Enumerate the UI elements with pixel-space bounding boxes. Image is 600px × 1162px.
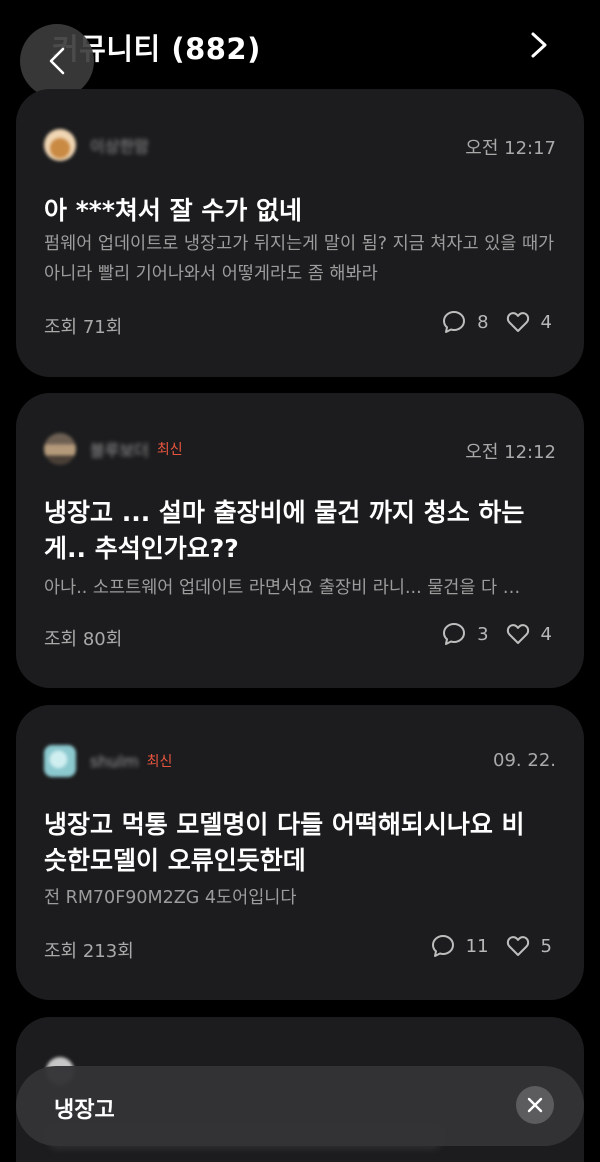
post-card[interactable]: 이상한맘 오전 12:17 아 ***쳐서 잘 수가 없네 펌웨어 업데이트로 … <box>16 89 584 377</box>
post-card[interactable]: 블루보더 최신 오전 12:12 냉장고 ... 설마 출장비에 물건 까지 청… <box>16 393 584 688</box>
view-count: 조회 80회 <box>44 629 123 650</box>
chevron-right-icon <box>531 32 547 58</box>
like-count: 4 <box>540 311 552 333</box>
comment-count: 3 <box>477 623 489 645</box>
post-title: 아 ***쳐서 잘 수가 없네 <box>44 196 303 225</box>
heart-icon <box>505 621 531 647</box>
post-time: 오전 12:12 <box>465 442 556 463</box>
community-screen: 커뮤니티 (882) 이상한맘 오전 12:17 아 ***쳐서 잘 수가 없네… <box>0 0 600 1162</box>
like-stat[interactable]: 5 <box>505 933 552 959</box>
post-title: 냉장고 먹통 모델명이 다들 어떡해되시나요 비슷한모델이 오류인듯한데 <box>44 810 525 875</box>
comment-count: 8 <box>477 311 489 333</box>
search-filter-bar[interactable]: 냉장고 <box>16 1066 584 1146</box>
comment-stat[interactable]: 11 <box>430 933 489 959</box>
post-title: 냉장고 ... 설마 출장비에 물건 까지 청소 하는게.. 추석인가요?? <box>44 498 525 563</box>
search-query[interactable]: 냉장고 <box>54 1092 115 1124</box>
like-stat[interactable]: 4 <box>505 309 552 335</box>
comment-icon <box>441 621 467 647</box>
post-footer: 조회 80회 3 4 <box>44 621 552 651</box>
comment-stat[interactable]: 8 <box>441 309 489 335</box>
new-badge: 최신 <box>156 442 183 458</box>
avatar <box>44 745 76 777</box>
post-card[interactable]: shulm 최신 09. 22. 냉장고 먹통 모델명이 다들 어떡해되시나요 … <box>16 705 584 1000</box>
post-time: 09. 22. <box>493 750 556 771</box>
heart-icon <box>505 933 531 959</box>
post-header: 이상한맘 오전 12:17 <box>44 129 556 161</box>
comment-stat[interactable]: 3 <box>441 621 489 647</box>
post-header: 블루보더 최신 오전 12:12 <box>44 433 556 465</box>
like-count: 5 <box>540 935 552 957</box>
post-header: shulm 최신 09. 22. <box>44 745 556 777</box>
avatar <box>44 129 76 161</box>
next-button[interactable] <box>524 30 554 60</box>
author-name[interactable]: 이상한맘 <box>90 133 149 157</box>
view-count: 조회 71회 <box>44 317 123 338</box>
post-excerpt: 아나.. 소프트웨어 업데이트 라면서요 출장비 라니... 물건을 다 … <box>44 578 521 598</box>
like-stat[interactable]: 4 <box>505 621 552 647</box>
comment-icon <box>441 309 467 335</box>
post-excerpt: 전 RM70F90M2ZG 4도어입니다 <box>44 888 297 908</box>
author-name[interactable]: 블루보더 <box>90 437 149 461</box>
close-icon <box>527 1097 543 1113</box>
post-footer: 조회 213회 11 5 <box>44 933 552 963</box>
post-excerpt: 펌웨어 업데이트로 냉장고가 뒤지는게 말이 됨? 지금 쳐자고 있을 때가 아… <box>44 234 555 284</box>
post-footer: 조회 71회 8 4 <box>44 309 552 339</box>
header: 커뮤니티 (882) <box>0 0 600 98</box>
heart-icon <box>505 309 531 335</box>
avatar <box>44 433 76 465</box>
comment-count: 11 <box>465 935 489 957</box>
like-count: 4 <box>540 623 552 645</box>
back-button[interactable] <box>20 24 94 98</box>
comment-icon <box>430 933 456 959</box>
clear-search-button[interactable] <box>516 1086 554 1124</box>
view-count: 조회 213회 <box>44 941 134 962</box>
post-time: 오전 12:17 <box>465 138 556 159</box>
new-badge: 최신 <box>146 754 173 770</box>
author-name[interactable]: shulm <box>90 752 139 771</box>
chevron-left-icon <box>49 47 65 75</box>
